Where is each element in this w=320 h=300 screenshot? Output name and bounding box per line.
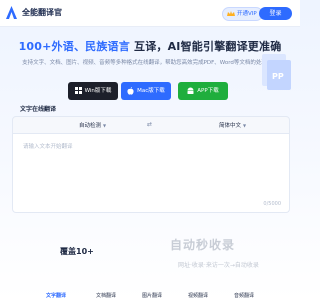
- top-header: 全能翻译官 开通VIP 登录: [0, 0, 300, 27]
- tab-document-translate[interactable]: 文档翻译: [96, 292, 116, 299]
- target-language-select[interactable]: 简体中文 ▼: [219, 121, 246, 129]
- apple-icon: [127, 86, 134, 95]
- vip-button[interactable]: 开通VIP: [222, 7, 263, 21]
- tab-video-translate[interactable]: 视频翻译: [188, 292, 208, 299]
- character-counter: 0/5000: [263, 201, 281, 207]
- win-download-label: Win版下载: [84, 88, 112, 94]
- tab-audio-translate[interactable]: 音频翻译: [234, 292, 254, 299]
- tab-image-translate[interactable]: 图片翻译: [142, 292, 162, 299]
- windows-icon: [74, 87, 82, 94]
- android-icon: [187, 87, 194, 94]
- source-language-select[interactable]: 自动检测 ▼: [79, 121, 106, 129]
- win-download-button[interactable]: Win版下载: [68, 82, 118, 100]
- crown-icon: [227, 11, 235, 16]
- app-download-label: APP下载: [197, 88, 219, 94]
- language-bar: 自动检测 ▼ ⇄ 简体中文 ▼: [12, 116, 290, 134]
- download-row: Win版下载 Mac版下载 APP下载: [0, 82, 300, 102]
- login-button[interactable]: 登录: [259, 7, 292, 20]
- source-text-input[interactable]: 请输入文本开始翻译 0/5000: [12, 134, 290, 213]
- translator-section-label: 文字在线翻译: [20, 106, 57, 113]
- tab-text-translate[interactable]: 文字翻译: [46, 292, 66, 299]
- chevron-down-icon: ▼: [103, 123, 107, 128]
- hero-subtitle: 支持文字、文档、图片、视频、音频等多种格式在线翻译，帮助您高效完成PDF、Wor…: [22, 60, 278, 66]
- watermark-text: 自动秒收录: [170, 238, 236, 252]
- logo-icon: [6, 6, 17, 19]
- hero-title-highlight: 100+外语、民族语言: [18, 40, 130, 53]
- svg-text:PP: PP: [272, 72, 284, 81]
- hero-title: 100+外语、民族语言 互译，AI智能引擎翻译更准确: [0, 38, 300, 54]
- features-title: 覆盖10+: [60, 247, 94, 256]
- mac-download-button[interactable]: Mac版下载: [121, 82, 171, 100]
- chevron-down-icon: ▼: [243, 123, 247, 128]
- source-language-label: 自动检测: [79, 123, 102, 129]
- app-title: 全能翻译官: [22, 8, 62, 17]
- watermark-subtext: 网址·收录·来访一次→自动收录: [178, 262, 259, 269]
- target-language-label: 简体中文: [219, 123, 242, 129]
- app-download-button[interactable]: APP下载: [178, 82, 228, 100]
- vip-label: 开通VIP: [237, 11, 257, 17]
- swap-languages-icon[interactable]: ⇄: [147, 121, 152, 128]
- input-placeholder: 请输入文本开始翻译: [23, 144, 73, 150]
- mac-download-label: Mac版下载: [137, 88, 165, 94]
- feature-tabs: 文字翻译 文档翻译 图片翻译 视频翻译 音频翻译: [28, 292, 288, 300]
